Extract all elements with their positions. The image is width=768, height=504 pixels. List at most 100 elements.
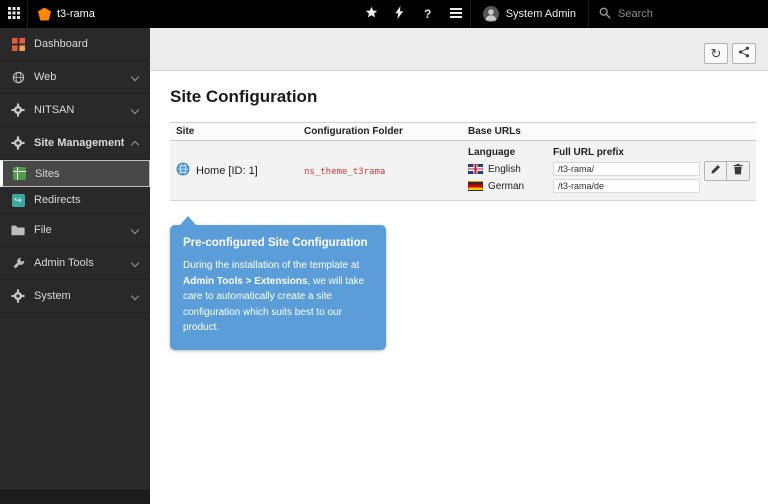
search-icon	[599, 7, 611, 22]
config-folder-value: ns_theme_t3rama	[304, 167, 385, 177]
refresh-button[interactable]: ↻	[704, 43, 728, 64]
user-menu[interactable]: System Admin	[470, 0, 588, 28]
sidebar-item-file[interactable]: File	[0, 214, 150, 247]
col-header-config-folder: Configuration Folder	[304, 126, 468, 137]
sidebar-item-label: Admin Tools	[34, 257, 124, 269]
sidebar-item-system[interactable]: System	[0, 280, 150, 313]
trash-icon	[733, 163, 743, 178]
chevron-down-icon	[131, 226, 139, 234]
pencil-icon	[710, 163, 721, 178]
sidebar-item-label: Redirects	[34, 194, 142, 206]
clear-cache-button[interactable]	[386, 0, 414, 28]
search-input[interactable]	[618, 8, 748, 20]
module-list-button[interactable]	[442, 0, 470, 28]
sidebar-item-redirects[interactable]: ↪ Redirects	[0, 187, 150, 214]
table-row: Home [ID: 1] ns_theme_t3rama Language Fu…	[170, 141, 756, 201]
topbar-search[interactable]	[588, 0, 768, 28]
sidebar-item-web[interactable]: Web	[0, 61, 150, 94]
info-callout: Pre-configured Site Configuration During…	[170, 225, 386, 350]
language-col-header: Language	[468, 147, 553, 158]
sidebar-collapse-bar[interactable]	[0, 490, 150, 504]
star-icon	[365, 6, 378, 22]
url-prefix-col-header: Full URL prefix	[553, 147, 624, 158]
refresh-icon: ↻	[711, 47, 722, 60]
sidebar: Dashboard Web NITSAN Site Management	[0, 28, 150, 504]
chevron-down-icon	[131, 292, 139, 300]
callout-title: Pre-configured Site Configuration	[183, 237, 373, 249]
app-shell: Dashboard Web NITSAN Site Management	[0, 28, 768, 504]
site-management-icon	[10, 135, 26, 151]
language-cell: German	[468, 181, 553, 192]
sidebar-item-label: Dashboard	[34, 38, 142, 50]
main-area: ↻ Site Configuration Site Configuration …	[150, 28, 768, 504]
typo3-logo-icon	[38, 8, 51, 21]
sidebar-item-label: Sites	[35, 168, 141, 180]
bolt-icon	[395, 6, 405, 22]
flag-german-icon	[468, 181, 483, 191]
apps-grid-icon	[8, 7, 20, 22]
folder-icon	[10, 222, 26, 238]
chevron-down-icon	[131, 106, 139, 114]
url-prefix-field: /t3-rama/de	[553, 179, 700, 193]
delete-button[interactable]	[727, 161, 750, 181]
language-table-header: Language Full URL prefix	[468, 147, 700, 158]
topbar-right: ? System Admin	[358, 0, 768, 28]
content: Site Configuration Site Configuration Fo…	[150, 71, 768, 350]
site-config-table: Site Configuration Folder Base URLs Home…	[170, 122, 756, 201]
module-grid-button[interactable]	[0, 0, 28, 28]
site-cell: Home [ID: 1]	[176, 162, 304, 179]
sidebar-item-sites[interactable]: Sites	[0, 160, 150, 187]
language-name: German	[488, 181, 524, 192]
sidebar-item-dashboard[interactable]: Dashboard	[0, 28, 150, 61]
wrench-icon	[10, 255, 26, 271]
language-name: English	[488, 164, 521, 175]
sidebar-item-label: NITSAN	[34, 104, 124, 116]
row-action-group	[704, 161, 750, 181]
edit-button[interactable]	[704, 161, 727, 181]
flag-english-icon	[468, 164, 483, 174]
url-prefix-field: /t3-rama/	[553, 162, 700, 176]
topbar: t3-rama ? System Admin	[0, 0, 768, 28]
sidebar-item-site-management[interactable]: Site Management	[0, 127, 150, 160]
share-button[interactable]	[732, 43, 756, 64]
docheader: ↻	[150, 28, 768, 71]
list-icon	[450, 7, 462, 22]
brand-name: t3-rama	[57, 8, 95, 20]
gear-icon	[10, 102, 26, 118]
globe-icon	[176, 162, 190, 179]
callout-body: During the installation of the template …	[183, 258, 373, 336]
sidebar-item-label: System	[34, 290, 124, 302]
sidebar-item-nitsan[interactable]: NITSAN	[0, 94, 150, 127]
help-button[interactable]: ?	[414, 0, 442, 28]
callout-body-text: During the installation of the template …	[183, 260, 359, 271]
site-name: Home [ID: 1]	[196, 165, 258, 177]
chevron-down-icon	[131, 259, 139, 267]
table-header-row: Site Configuration Folder Base URLs	[170, 123, 756, 141]
avatar	[483, 6, 499, 22]
callout-arrow	[180, 216, 196, 225]
gear-icon	[10, 288, 26, 304]
help-icon: ?	[424, 7, 431, 21]
base-urls-cell: Language Full URL prefix English /t3-ram…	[468, 145, 700, 196]
chevron-down-icon	[131, 73, 139, 81]
bookmark-button[interactable]	[358, 0, 386, 28]
share-icon	[738, 46, 750, 61]
language-row-english: English /t3-rama/	[468, 162, 700, 176]
page-title: Site Configuration	[170, 87, 756, 107]
brand[interactable]: t3-rama	[28, 0, 105, 28]
col-header-base-urls: Base URLs	[468, 126, 700, 137]
col-header-site: Site	[176, 126, 304, 137]
redirects-icon: ↪	[10, 192, 26, 208]
config-folder-cell: ns_theme_t3rama	[304, 165, 468, 177]
web-icon	[10, 69, 26, 85]
sidebar-item-admin-tools[interactable]: Admin Tools	[0, 247, 150, 280]
user-name: System Admin	[506, 8, 576, 20]
actions-cell	[700, 161, 750, 181]
sites-icon	[11, 166, 27, 182]
sidebar-item-label: File	[34, 224, 124, 236]
callout-body-bold: Admin Tools > Extensions	[183, 276, 308, 287]
chevron-up-icon	[131, 141, 139, 149]
language-row-german: German /t3-rama/de	[468, 179, 700, 193]
sidebar-item-label: Site Management	[34, 137, 124, 149]
language-cell: English	[468, 164, 553, 175]
